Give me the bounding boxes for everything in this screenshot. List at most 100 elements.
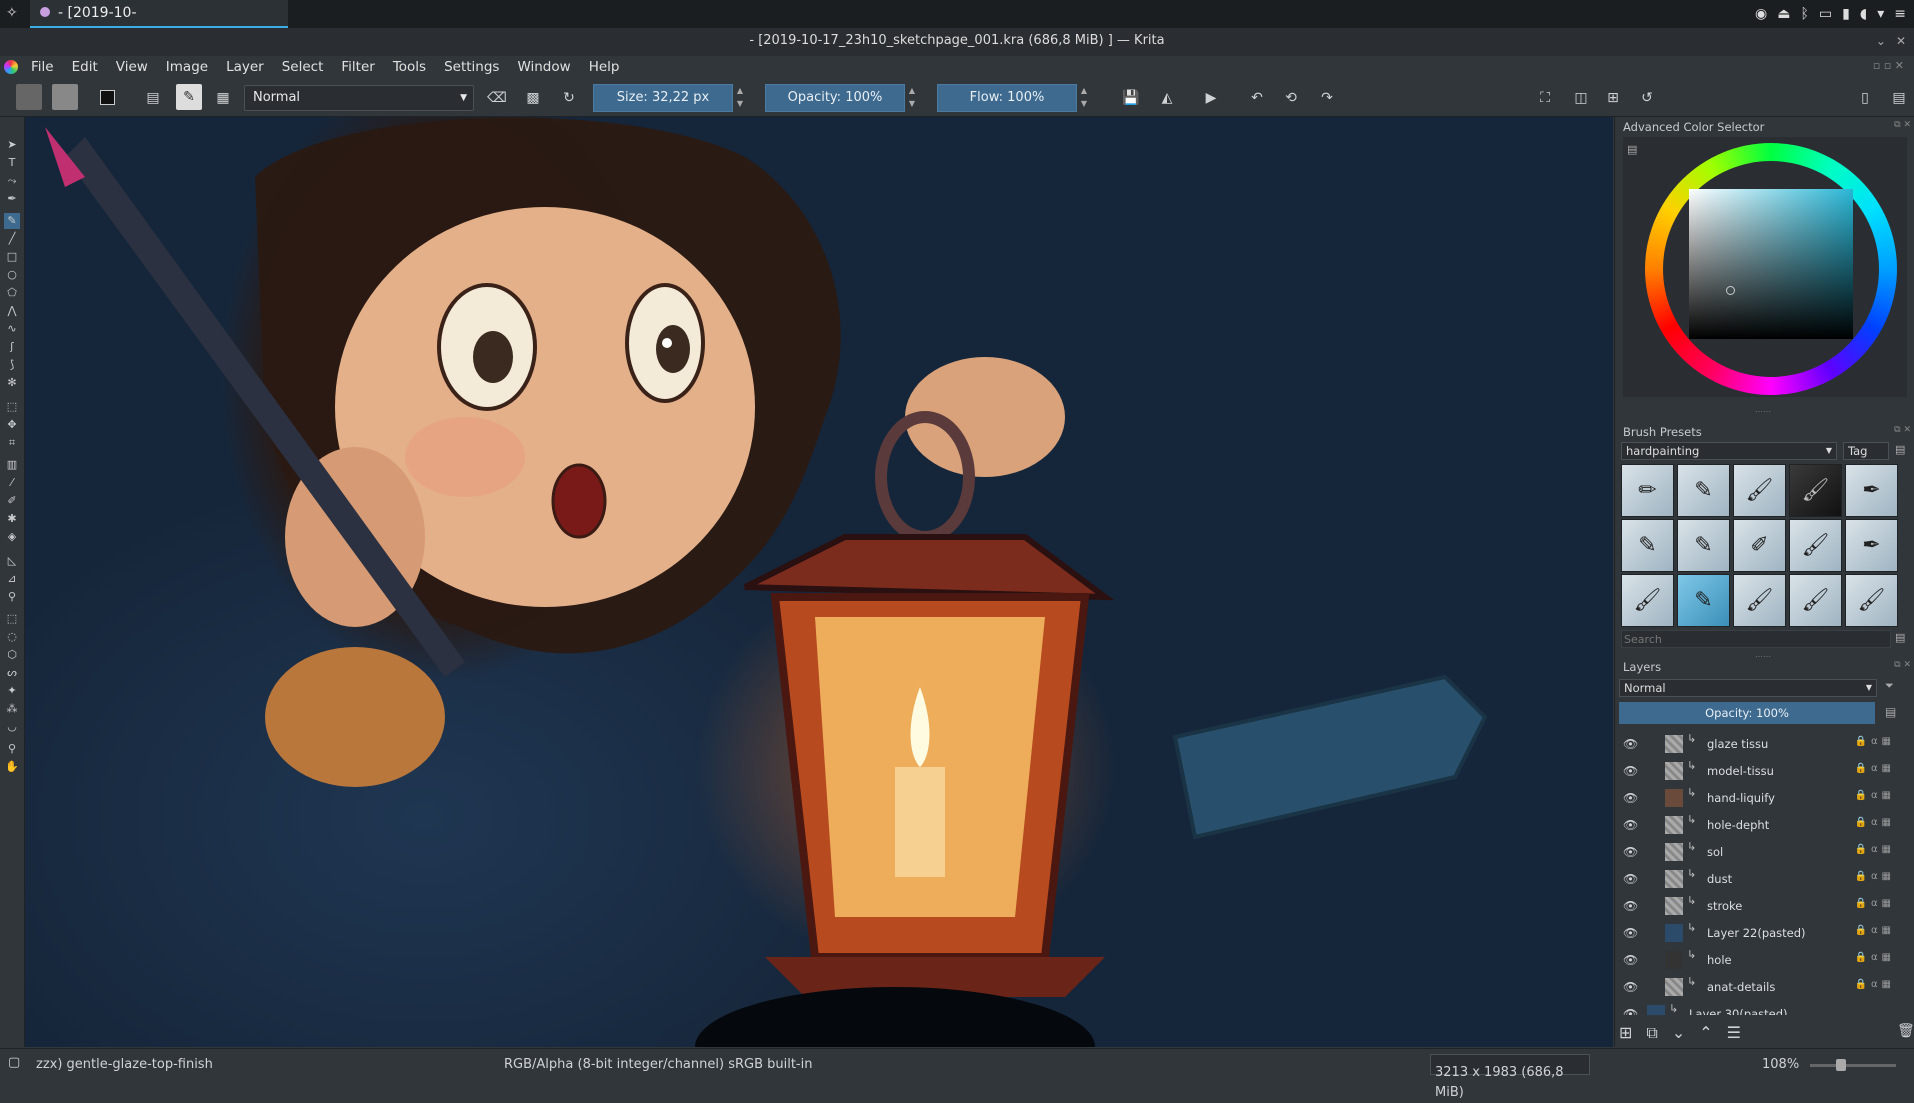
new-document-icon[interactable]: ▯ — [1854, 87, 1876, 109]
wrap-around-icon[interactable]: ⊞ — [1602, 87, 1624, 109]
zoom-tool-icon[interactable]: ⚲ — [4, 741, 20, 757]
opacity-slider[interactable]: Opacity: 100% — [765, 84, 905, 112]
bezier-tool-icon[interactable]: ∿ — [4, 321, 20, 337]
menu-help[interactable]: Help — [580, 59, 629, 75]
layer-row[interactable]: 👁 ↳ hole-depht 🔒α▦ — [1619, 812, 1901, 839]
rotate-right-icon[interactable]: ↷ — [1316, 87, 1338, 109]
filter-icon[interactable]: ⏷ — [1885, 679, 1894, 693]
expand-icon[interactable]: ▾ — [1877, 6, 1884, 22]
workspace-chooser-icon[interactable]: ▦ — [212, 87, 234, 109]
usb-icon[interactable]: ⏏ — [1777, 6, 1790, 22]
brush-preset-tile[interactable]: 🖌 — [1845, 574, 1898, 627]
launcher-icon[interactable]: ✧ — [6, 5, 18, 21]
menu-layer[interactable]: Layer — [217, 59, 273, 75]
menu-file[interactable]: File — [22, 59, 63, 75]
brush-preset-tile[interactable]: 🖌 — [1789, 464, 1842, 517]
menu-select[interactable]: Select — [273, 59, 333, 75]
layer-row[interactable]: 👁 ↳ stroke 🔒α▦ — [1619, 893, 1901, 920]
brush-preset-tile[interactable]: ✐ — [1733, 519, 1786, 572]
docker-toggle-icon[interactable]: ▤ — [1888, 87, 1910, 109]
eraser-mode-icon[interactable]: ⌫ — [486, 87, 508, 109]
splitter-handle-icon[interactable]: ⋯⋯ — [1755, 652, 1771, 661]
move-layer-down-icon[interactable]: ⌄ — [1672, 1023, 1685, 1043]
layer-lock-alpha-icon[interactable]: 🔒α▦ — [1855, 790, 1896, 801]
assistant-tool-icon[interactable]: ◺ — [4, 553, 20, 569]
menu-filter[interactable]: Filter — [332, 59, 383, 75]
layer-lock-alpha-icon[interactable]: 🔒α▦ — [1855, 844, 1896, 855]
visibility-eye-icon[interactable]: 👁 — [1623, 845, 1638, 859]
close-icon[interactable]: ✕ — [1896, 28, 1906, 54]
visibility-eye-icon[interactable]: 👁 — [1623, 1007, 1638, 1015]
visibility-eye-icon[interactable]: 👁 — [1623, 737, 1638, 751]
transform-tool-icon[interactable]: ⬚ — [4, 399, 20, 415]
ellipse-select-tool-icon[interactable]: ◌ — [4, 629, 20, 645]
move-tool-icon[interactable]: ✥ — [4, 417, 20, 433]
brush-search-input[interactable] — [1621, 630, 1891, 648]
menu-image[interactable]: Image — [157, 59, 217, 75]
brush-preset-tile[interactable]: ✒ — [1845, 519, 1898, 572]
gradient-swatch[interactable] — [16, 84, 42, 110]
edit-shapes-tool-icon[interactable]: ⤳ — [4, 173, 20, 189]
color-space-info[interactable]: RGB/Alpha (8-bit integer/channel) sRGB b… — [504, 1057, 812, 1072]
layer-lock-alpha-icon[interactable]: 🔒α▦ — [1855, 871, 1896, 882]
display-icon[interactable]: ▭ — [1819, 6, 1832, 22]
steam-icon[interactable]: ◉ — [1755, 6, 1767, 22]
menu-icon[interactable]: ≡ — [1894, 6, 1906, 22]
layer-row[interactable]: 👁 ↳ Layer 30(pasted) — [1619, 1001, 1901, 1015]
layer-blend-select[interactable]: Normal ▼ — [1619, 679, 1877, 697]
freehand-path-tool-icon[interactable]: ʃ — [4, 339, 20, 355]
pan-tool-icon[interactable]: ✋ — [4, 759, 20, 775]
rotate-left-icon[interactable]: ↶ — [1246, 87, 1268, 109]
freehand-brush-tool-icon[interactable]: ✎ — [4, 213, 20, 229]
layer-lock-alpha-icon[interactable]: 🔒α▦ — [1855, 817, 1896, 828]
rect-select-tool-icon[interactable]: ⬚ — [4, 611, 20, 627]
brush-preset-tile[interactable]: 🖌 — [1789, 519, 1842, 572]
menu-view[interactable]: View — [107, 59, 157, 75]
undo-icon[interactable]: ↺ — [1636, 87, 1658, 109]
brush-tag-select[interactable]: hardpainting ▼ — [1621, 442, 1837, 460]
brush-preset-tile[interactable]: ✎ — [1621, 519, 1674, 572]
visibility-eye-icon[interactable]: 👁 — [1623, 953, 1638, 967]
tag-button[interactable]: Tag — [1843, 442, 1889, 460]
layer-opacity-slider[interactable]: Opacity: 100% — [1619, 702, 1875, 724]
colorize-mask-tool-icon[interactable]: ✐ — [4, 493, 20, 509]
flow-slider[interactable]: Flow: 100% — [937, 84, 1077, 112]
layer-row[interactable]: 👁 ↳ dust 🔒α▦ — [1619, 866, 1901, 893]
reset-rotation-icon[interactable]: ⟲ — [1280, 87, 1302, 109]
search-options-icon[interactable]: ▤ — [1895, 631, 1905, 644]
dynamic-brush-tool-icon[interactable]: ⟆ — [4, 357, 20, 373]
minimize-icon[interactable]: ⌄ — [1876, 28, 1886, 54]
visibility-eye-icon[interactable]: 👁 — [1623, 872, 1638, 886]
polygon-select-tool-icon[interactable]: ⬡ — [4, 647, 20, 663]
docker-float-close-icon[interactable]: ⧉ ✕ — [1894, 425, 1911, 435]
select-shapes-tool-icon[interactable]: ➤ — [4, 137, 20, 153]
blend-mode-select[interactable]: Normal ▼ — [244, 85, 474, 111]
crop-tool-icon[interactable]: ⌗ — [4, 435, 20, 451]
text-tool-icon[interactable]: T — [4, 155, 20, 171]
move-layer-up-icon[interactable]: ⌃ — [1699, 1023, 1712, 1043]
splitter-handle-icon[interactable]: ⋯⋯ — [1755, 407, 1771, 416]
menu-window[interactable]: Window — [508, 59, 579, 75]
gradient-tool-icon[interactable]: ▥ — [4, 457, 20, 473]
duplicate-layer-icon[interactable]: ⧉ — [1646, 1023, 1657, 1043]
mirror-vertical-icon[interactable]: ▶ — [1200, 87, 1222, 109]
edit-brush-settings-icon[interactable]: ▤ — [142, 87, 164, 109]
add-layer-icon[interactable]: ⊞ — [1619, 1023, 1632, 1043]
color-picker-tool-icon[interactable]: ⁄ — [4, 475, 20, 491]
brush-preset-tile[interactable]: ✎ — [1677, 519, 1730, 572]
brush-size-slider[interactable]: Size: 32,22 px — [593, 84, 733, 112]
rectangle-tool-icon[interactable]: □ — [4, 249, 20, 265]
brush-preset-tile[interactable]: 🖌 — [1733, 464, 1786, 517]
docker-float-close-icon[interactable]: ⧉ ✕ — [1894, 120, 1911, 130]
reload-preset-icon[interactable]: ↻ — [558, 87, 580, 109]
preserve-alpha-icon[interactable]: ▩ — [522, 87, 544, 109]
zoom-slider-handle[interactable] — [1836, 1059, 1846, 1071]
multibrush-tool-icon[interactable]: ✻ — [4, 375, 20, 391]
split-view-icon[interactable]: ◫ — [1570, 87, 1592, 109]
mirror-horizontal-icon[interactable]: ◭ — [1156, 87, 1178, 109]
layer-row[interactable]: 👁 ↳ hole 🔒α▦ — [1619, 947, 1901, 974]
brush-preset-tile[interactable]: ✏ — [1621, 464, 1674, 517]
brush-preset-tile[interactable]: ✎ — [1677, 464, 1730, 517]
opacity-spin-icon[interactable]: ▲ ▼ — [907, 84, 917, 112]
visibility-eye-icon[interactable]: 👁 — [1623, 899, 1638, 913]
